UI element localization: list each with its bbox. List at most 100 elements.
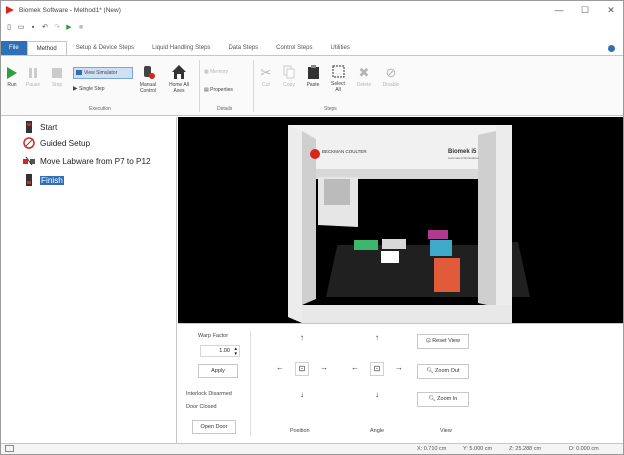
manual-control-button[interactable]: Manual Control xyxy=(136,64,160,94)
interlock-status: Interlock Disarmed xyxy=(186,391,232,397)
cut-button[interactable]: ✂ Cut xyxy=(257,65,275,88)
left-pillar xyxy=(288,125,302,323)
tab-control-steps[interactable]: Control Steps xyxy=(267,41,321,55)
clipboard-icon xyxy=(307,65,319,79)
pause-button[interactable]: Pause xyxy=(24,66,42,88)
logo-right-subtitle: Automated Workstation xyxy=(448,156,479,160)
run-icon xyxy=(7,67,17,79)
status-z: Z: 25.288 cm xyxy=(509,446,542,452)
redo-icon[interactable]: ↷ xyxy=(53,23,61,31)
reset-view-icon: ⊡ xyxy=(426,338,431,344)
warp-factor-label: Warp Factor xyxy=(198,333,229,339)
memory-button[interactable]: ▦ Memory xyxy=(204,69,244,75)
tree-item-move-labware[interactable]: Move Labware from P7 to P12 xyxy=(23,155,151,167)
maximize-button[interactable]: ☐ xyxy=(579,3,591,17)
spinner-icon[interactable]: ▲ ▼ xyxy=(234,346,238,356)
labware-orange xyxy=(434,258,460,292)
open-door-button[interactable]: Open Door xyxy=(192,420,236,434)
pause-icon xyxy=(29,68,37,78)
group-label-steps: Steps xyxy=(324,106,337,112)
paste-button[interactable]: Paste xyxy=(303,65,323,88)
close-button[interactable]: ✕ xyxy=(605,3,617,17)
stop-icon[interactable]: ■ xyxy=(77,24,85,31)
labware-blue xyxy=(430,240,452,256)
tab-file[interactable]: File xyxy=(1,41,27,55)
position-center-button[interactable]: ⊡ xyxy=(295,362,309,376)
stop-button[interactable]: Stop xyxy=(48,66,66,88)
tab-data-steps[interactable]: Data Steps xyxy=(219,41,267,55)
delete-icon: ✖ xyxy=(358,65,370,80)
tree-item-finish[interactable]: Finish xyxy=(23,174,64,186)
minimize-button[interactable]: — xyxy=(553,3,565,17)
guided-setup-icon xyxy=(23,137,35,149)
group-label-details: Details xyxy=(217,106,233,112)
angle-up-arrow[interactable]: ↑ xyxy=(370,332,384,346)
position-right-arrow[interactable]: → xyxy=(317,362,331,376)
angle-down-arrow[interactable]: ↓ xyxy=(370,389,384,403)
properties-icon: ▤ xyxy=(204,87,209,93)
angle-center-button[interactable]: ⊡ xyxy=(370,362,384,376)
select-all-button[interactable]: Select All xyxy=(328,65,348,93)
finish-icon xyxy=(23,174,35,186)
title-bar: Biomek Software - Method1* (New) — ☐ ✕ xyxy=(1,1,623,19)
tab-utilities[interactable]: Utilities xyxy=(321,41,358,55)
simulator-viewport[interactable]: BECKMAN COULTER Biomek i5 Automated Work… xyxy=(178,117,623,323)
window-title: Biomek Software - Method1* (New) xyxy=(19,6,121,14)
door-status: Door Closed xyxy=(186,404,217,410)
position-down-arrow[interactable]: ↓ xyxy=(295,389,309,403)
open-icon[interactable]: ▭ xyxy=(17,23,25,31)
help-icon[interactable] xyxy=(608,45,615,52)
tree-item-start[interactable]: Start xyxy=(23,121,57,133)
gripper-plate xyxy=(381,251,399,263)
position-up-arrow[interactable]: ↑ xyxy=(295,332,309,346)
window-controls: — ☐ ✕ xyxy=(553,3,617,17)
base-front xyxy=(302,305,512,323)
ribbon-separator xyxy=(199,60,200,112)
position-left-arrow[interactable]: ← xyxy=(273,362,287,376)
tab-setup-device-steps[interactable]: Setup & Device Steps xyxy=(67,41,143,55)
zoom-in-icon: 🔍︎ xyxy=(428,396,436,402)
app-logo-icon xyxy=(6,6,14,14)
home-all-axes-button[interactable]: Home All Axes xyxy=(165,64,193,94)
new-icon[interactable]: ▯ xyxy=(5,23,13,31)
simulator-controls: Warp Factor 1.00 ▲ ▼ Apply Interlock Disa… xyxy=(178,323,623,443)
top-canopy xyxy=(288,125,508,169)
run-icon[interactable]: ▶ xyxy=(65,23,73,31)
copy-icon xyxy=(283,65,295,79)
select-all-icon xyxy=(332,65,344,78)
tab-liquid-handling-steps[interactable]: Liquid Handling Steps xyxy=(143,41,219,55)
status-panel-icon[interactable] xyxy=(5,445,14,452)
right-pillar xyxy=(496,125,512,321)
tree-item-guided-setup[interactable]: Guided Setup xyxy=(23,137,90,149)
single-step-button[interactable]: ▶ Single Step xyxy=(73,85,129,93)
labware-magenta xyxy=(428,230,448,239)
logo-right: Biomek i5 xyxy=(448,149,477,155)
undo-icon[interactable]: ↶ xyxy=(41,23,49,31)
group-label-execution: Execution xyxy=(89,106,111,112)
run-button[interactable]: Run xyxy=(4,66,20,88)
warp-factor-input[interactable]: 1.00 ▲ ▼ xyxy=(200,345,240,357)
copy-button[interactable]: Copy xyxy=(280,65,298,88)
ribbon: Run Pause Stop View Simulator ▶ Single S… xyxy=(1,55,623,116)
controls-separator xyxy=(250,330,251,436)
angle-right-arrow[interactable]: → xyxy=(392,362,406,376)
save-icon[interactable]: ▪ xyxy=(29,24,37,31)
angle-label: Angle xyxy=(370,428,385,434)
apply-button[interactable]: Apply xyxy=(198,364,238,378)
angle-left-arrow[interactable]: ← xyxy=(348,362,362,376)
disable-button[interactable]: ⊘ Disable xyxy=(379,65,403,88)
position-label: Position xyxy=(290,428,310,434)
delete-button[interactable]: ✖ Delete xyxy=(353,65,375,88)
tab-method[interactable]: Method xyxy=(26,41,67,55)
move-labware-icon xyxy=(23,155,35,167)
ribbon-tabs: File Method Setup & Device Steps Liquid … xyxy=(1,41,623,55)
properties-button[interactable]: ▤ Properties xyxy=(204,87,252,93)
hand-icon xyxy=(144,66,155,79)
status-d: D: 0.000 cm xyxy=(569,446,599,452)
home-icon xyxy=(172,65,186,79)
view-simulator-button[interactable]: View Simulator xyxy=(73,67,133,79)
zoom-in-button[interactable]: 🔍︎ Zoom In xyxy=(417,392,469,407)
step-icon: ▶ xyxy=(73,86,78,92)
reset-view-button[interactable]: ⊡ Reset View xyxy=(417,334,469,349)
zoom-out-button[interactable]: 🔍︎ Zoom Out xyxy=(417,364,469,379)
